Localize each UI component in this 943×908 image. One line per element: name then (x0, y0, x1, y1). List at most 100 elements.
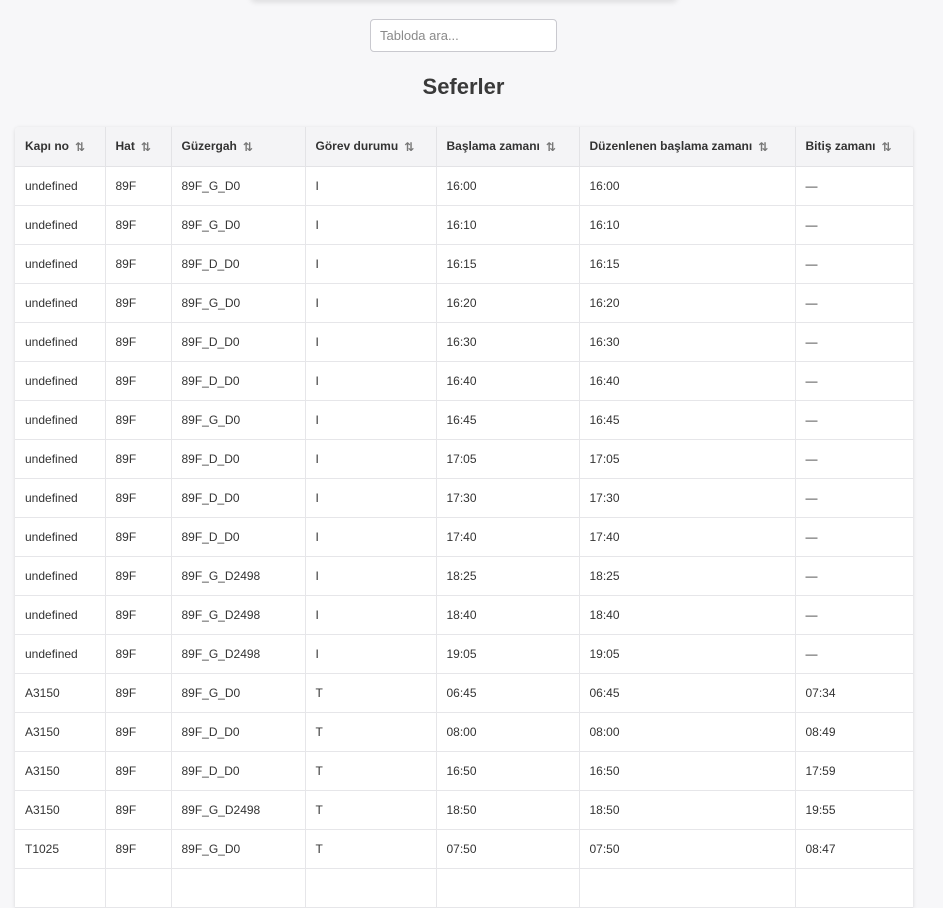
table-row[interactable]: undefined 89F 89F_D_D0 I 17:05 17:05— (15, 439, 913, 479)
cell-route: 89F_D_D0 (171, 244, 306, 284)
table-row[interactable]: A3150 89F 89F_D_D0 T 16:50 16:50 17:59 (15, 751, 913, 791)
cell-route: 89F_D_D0 (171, 517, 306, 557)
cell-door-no: undefined (15, 244, 106, 284)
table-row[interactable]: A3150 89F 89F_G_D2498 T 18:50 18:50 19:55 (15, 790, 913, 830)
table-row[interactable]: T1025 89F 89F_G_D0 T 07:50 07:50 08:47 (15, 829, 913, 869)
cell-door-no: undefined (15, 283, 106, 323)
cell-line: 89F (105, 712, 172, 752)
cell-adjusted-start-time: 16:50 (579, 751, 796, 791)
cell-door-no: A3150 (15, 790, 106, 830)
cell-adjusted-start-time: 16:30 (579, 322, 796, 362)
column-header-label: Bitiş zamanı (805, 138, 876, 153)
sort-icon[interactable]: ⇅ (141, 140, 151, 154)
column-header-label: Düzenlenen başlama zamanı (589, 138, 753, 153)
cell-task-status: I (305, 361, 437, 401)
table-row[interactable]: undefined 89F 89F_D_D0 I 17:40 17:40— (15, 517, 913, 557)
header-row: Kapı no ⇅ Hat ⇅ Güzergah ⇅ Görev durumu ⇅ Başlam… (15, 127, 913, 167)
cell-start-time: 16:15 (436, 244, 580, 284)
column-header-task-status[interactable]: Görev durumu ⇅ (305, 127, 437, 167)
column-header-start-time[interactable]: Başlama zamanı ⇅ (436, 127, 580, 167)
table-row[interactable]: undefined 89F 89F_G_D2498 I 18:40 18:40— (15, 595, 913, 635)
cell-adjusted-start-time: 18:50 (579, 790, 796, 830)
cell-task-status: T (305, 829, 437, 869)
cell-door-no: undefined (15, 166, 106, 206)
cell-door-no: undefined (15, 439, 106, 479)
trips-table: Kapı no ⇅ Hat ⇅ Güzergah ⇅ Görev durumu ⇅ Başlam… (15, 127, 913, 908)
cell-start-time: 16:45 (436, 400, 580, 440)
cell-start-time: 16:40 (436, 361, 580, 401)
table-header: Kapı no ⇅ Hat ⇅ Güzergah ⇅ Görev durumu ⇅ Başlam… (15, 127, 913, 167)
cell-end-time: — (795, 244, 913, 284)
cell-route: 89F_G_D2498 (171, 595, 306, 635)
cell-door-no: undefined (15, 478, 106, 518)
cell-task-status: I (305, 556, 437, 596)
cell-task-status: I (305, 244, 437, 284)
column-header-end-time[interactable]: Bitiş zamanı ⇅ (795, 127, 913, 167)
cell-end-time: — (795, 595, 913, 635)
cell-adjusted-start-time: 07:50 (579, 829, 796, 869)
cell-line: 89F (105, 205, 172, 245)
cell-end-time: — (795, 283, 913, 323)
column-header-route[interactable]: Güzergah ⇅ (171, 127, 306, 167)
cell-line: 89F (105, 673, 172, 713)
cell-route: 89F_G_D0 (171, 166, 306, 206)
table-body: undefined 89F 89F_G_D0 I 16:00 16:00— undefine… (15, 166, 913, 908)
sort-ascending-icon[interactable]: ⇅ (75, 140, 85, 154)
cell-line: 89F (105, 322, 172, 362)
cell-door-no: undefined (15, 400, 106, 440)
sort-icon[interactable]: ⇅ (546, 140, 556, 154)
cell-adjusted-start-time: 16:15 (579, 244, 796, 284)
table-row[interactable]: undefined 89F 89F_D_D0 I 16:40 16:40— (15, 361, 913, 401)
table-row[interactable]: A3150 89F 89F_G_D0 T 06:45 06:45 07:34 (15, 673, 913, 713)
table-row[interactable]: undefined 89F 89F_G_D0 I 16:45 16:45— (15, 400, 913, 440)
cell-start-time: 18:40 (436, 595, 580, 635)
cell-task-status: I (305, 322, 437, 362)
cell-route: 89F_G_D0 (171, 205, 306, 245)
trips-table-card: Kapı no ⇅ Hat ⇅ Güzergah ⇅ Görev durumu ⇅ Başlam… (15, 127, 913, 908)
cell-end-time: — (795, 517, 913, 557)
table-row[interactable]: undefined 89F 89F_G_D2498 I 19:05 19:05— (15, 634, 913, 674)
cell-route: 89F_D_D0 (171, 322, 306, 362)
cell-route: 89F_D_D0 (171, 361, 306, 401)
column-header-door-no[interactable]: Kapı no ⇅ (15, 127, 106, 167)
cell-line: 89F (105, 439, 172, 479)
cell-adjusted-start-time: 08:00 (579, 712, 796, 752)
table-row[interactable]: undefined 89F 89F_G_D2498 I 18:25 18:25— (15, 556, 913, 596)
cell-adjusted-start-time: 18:25 (579, 556, 796, 596)
cell-route: 89F_G_D0 (171, 400, 306, 440)
cell-door-no: A3150 (15, 712, 106, 752)
cell-line: 89F (105, 595, 172, 635)
cell-task-status: I (305, 478, 437, 518)
cell-route: 89F_G_D2498 (171, 556, 306, 596)
table-row[interactable]: undefined 89F 89F_G_D0 I 16:10 16:10— (15, 205, 913, 245)
column-header-adjusted-start-time[interactable]: Düzenlenen başlama zamanı ⇅ (579, 127, 796, 167)
cell-start-time: 16:20 (436, 283, 580, 323)
cell-task-status: I (305, 283, 437, 323)
page-title: Seferler (422, 74, 505, 99)
sort-icon[interactable]: ⇅ (243, 140, 253, 154)
table-row[interactable]: undefined 89F 89F_D_D0 I 16:30 16:30— (15, 322, 913, 362)
sort-icon[interactable]: ⇅ (404, 140, 414, 154)
cell-adjusted-start-time: 16:00 (579, 166, 796, 206)
table-row[interactable]: undefined 89F 89F_D_D0 I 16:15 16:15— (15, 244, 913, 284)
table-row[interactable]: A3150 89F 89F_D_D0 T 08:00 08:00 08:49 (15, 712, 913, 752)
cell-route: 89F_G_D0 (171, 673, 306, 713)
cell-door-no: undefined (15, 556, 106, 596)
cell-start-time: 18:50 (436, 790, 580, 830)
table-row[interactable]: undefined 89F 89F_D_D0 I 17:30 17:30— (15, 478, 913, 518)
column-header-label: Başlama zamanı (446, 138, 540, 153)
cell-start-time: 07:50 (436, 829, 580, 869)
sort-icon[interactable]: ⇅ (882, 140, 892, 154)
table-row[interactable]: undefined 89F 89F_G_D0 I 16:00 16:00— (15, 166, 913, 206)
cell-end-time: — (795, 439, 913, 479)
column-header-label: Güzergah (181, 138, 237, 153)
column-header-line[interactable]: Hat ⇅ (105, 127, 172, 167)
table-row[interactable]: undefined 89F 89F_G_D0 I 16:20 16:20— (15, 283, 913, 323)
cell-end-time: — (795, 634, 913, 674)
cell-line: 89F (105, 166, 172, 206)
sort-icon[interactable]: ⇅ (758, 140, 768, 154)
cell-door-no: undefined (15, 361, 106, 401)
cell-end-time: — (795, 166, 913, 206)
table-search-input[interactable] (370, 19, 557, 52)
cell-end-time: — (795, 400, 913, 440)
